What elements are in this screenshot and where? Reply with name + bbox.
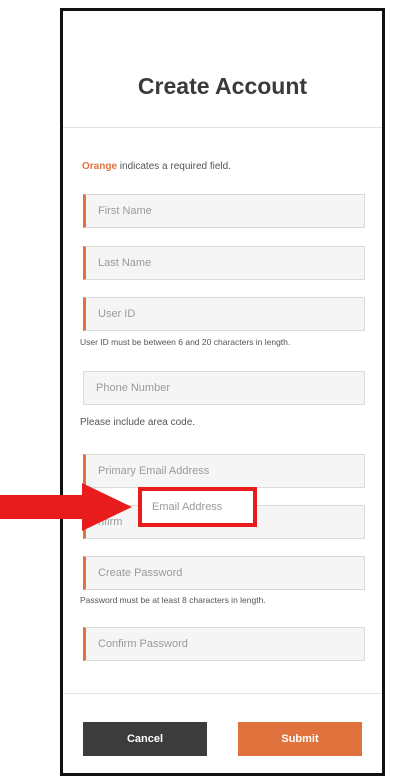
user-id-hint: User ID must be between 6 and 20 charact… [80,337,291,347]
required-color-label: Orange [82,161,118,172]
submit-button[interactable]: Submit [238,722,362,756]
first-name-field[interactable]: First Name [83,194,365,228]
page-title: Create Account [137,73,308,99]
dialog-footer-divider [63,693,382,694]
highlight-box: Email Address [138,487,257,527]
required-note-text: indicates a required field. [117,161,231,172]
phone-hint: Please include area code. [80,417,196,428]
last-name-field[interactable]: Last Name [83,246,365,280]
required-field-note: Orange indicates a required field. [82,161,231,172]
phone-number-field[interactable]: Phone Number [83,371,365,405]
user-id-field[interactable]: User ID [83,297,365,331]
create-password-field[interactable]: Create Password [83,556,365,590]
cancel-button[interactable]: Cancel [83,722,207,756]
highlighted-email-label: Email Address [152,501,223,513]
create-account-dialog: Create Account Orange indicates a requir… [60,8,385,776]
confirm-password-field[interactable]: Confirm Password [83,627,365,661]
password-hint: Password must be at least 8 characters i… [80,595,266,605]
dialog-header: Create Account [63,11,382,128]
red-arrow-icon [0,483,132,531]
